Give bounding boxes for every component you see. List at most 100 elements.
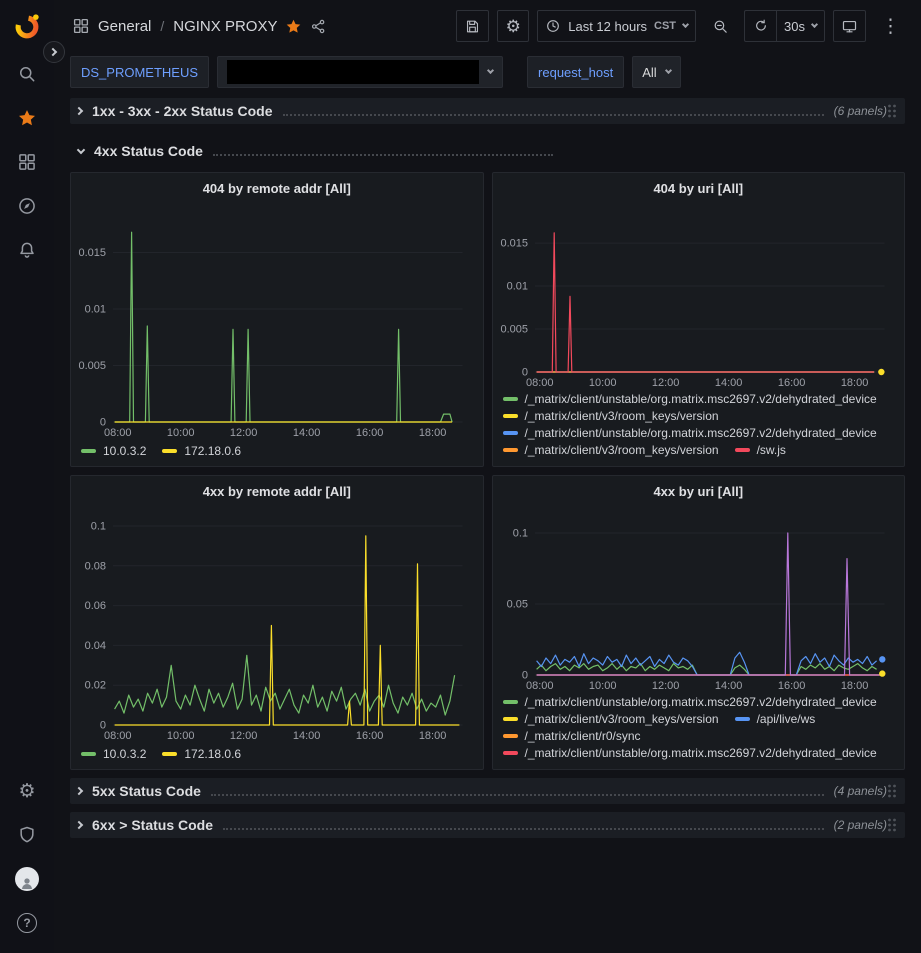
- y-axis-tick-label: 0.06: [85, 600, 106, 612]
- dashboard-settings-button[interactable]: ⚙: [497, 10, 529, 42]
- alerting-bell-icon[interactable]: [0, 228, 54, 272]
- series-color-marker: [162, 752, 177, 756]
- legend-item[interactable]: 172.18.0.6: [162, 747, 241, 761]
- panel-title[interactable]: 4xx by uri [All]: [493, 476, 905, 506]
- series-color-marker: [162, 449, 177, 453]
- sidebar: ⚙ ?: [0, 0, 54, 953]
- security-shield-icon[interactable]: [0, 813, 54, 857]
- legend-item[interactable]: /_matrix/client/unstable/org.matrix.msc2…: [503, 392, 877, 406]
- panel-title[interactable]: 404 by remote addr [All]: [71, 173, 483, 203]
- x-axis-tick-label: 12:00: [651, 680, 679, 692]
- row-header-1xx[interactable]: 1xx - 3xx - 2xx Status Code (6 panels): [70, 98, 905, 124]
- time-range-picker[interactable]: Last 12 hours CST: [537, 10, 696, 42]
- legend-item[interactable]: /_matrix/client/unstable/org.matrix.msc2…: [503, 695, 877, 709]
- chevron-right-icon: [75, 787, 83, 795]
- legend-item[interactable]: /api/live/ws: [735, 712, 816, 726]
- breadcrumb-section[interactable]: General: [98, 18, 151, 35]
- sidebar-bottom: ⚙ ?: [0, 769, 54, 953]
- x-axis-tick-label: 18:00: [419, 427, 447, 439]
- series-line: [115, 232, 453, 422]
- time-series-plot[interactable]: 00.050.108:0010:0012:0014:0016:0018:00: [493, 506, 905, 693]
- x-axis-tick-label: 14:00: [714, 377, 742, 389]
- legend-item[interactable]: 10.0.3.2: [81, 747, 146, 761]
- series-name: /sw.js: [757, 443, 786, 457]
- variable-value-dropdown-ds[interactable]: [217, 56, 503, 88]
- row-drag-handle[interactable]: [887, 783, 897, 799]
- y-axis-tick-label: 0.015: [500, 238, 528, 250]
- series-color-marker: [735, 717, 750, 721]
- row-header-5xx[interactable]: 5xx Status Code (4 panels): [70, 778, 905, 804]
- tv-mode-button[interactable]: [833, 10, 866, 42]
- sidebar-expand-button[interactable]: [43, 41, 65, 63]
- panel-legend: 10.0.3.2 172.18.0.6: [71, 440, 483, 466]
- apps-grid-icon[interactable]: [72, 17, 90, 35]
- x-axis-tick-label: 14:00: [293, 730, 321, 742]
- row-header-6xx[interactable]: 6xx > Status Code (2 panels): [70, 812, 905, 838]
- x-axis-tick-label: 18:00: [419, 730, 447, 742]
- legend-item[interactable]: /_matrix/client/unstable/org.matrix.msc2…: [503, 746, 877, 760]
- x-axis-tick-label: 08:00: [104, 730, 132, 742]
- row-header-4xx[interactable]: 4xx Status Code: [70, 138, 905, 164]
- y-axis-tick-label: 0.1: [512, 528, 527, 540]
- dotted-leader: [213, 154, 553, 156]
- y-axis-tick-label: 0.05: [506, 599, 527, 611]
- row-drag-handle[interactable]: [887, 817, 897, 833]
- variable-label-ds-prometheus[interactable]: DS_PROMETHEUS: [70, 56, 209, 88]
- grafana-logo[interactable]: [13, 0, 41, 52]
- explore-compass-icon[interactable]: [0, 184, 54, 228]
- row-panel-count: (6 panels): [834, 104, 887, 118]
- panel-legend: 10.0.3.2 172.18.0.6: [71, 743, 483, 769]
- panel-title[interactable]: 4xx by remote addr [All]: [71, 476, 483, 506]
- legend-item[interactable]: /sw.js: [735, 443, 786, 457]
- legend-item[interactable]: /_matrix/client/r0/sync: [503, 729, 641, 743]
- time-series-plot[interactable]: 00.0050.010.01508:0010:0012:0014:0016:00…: [71, 203, 483, 440]
- series-name: 10.0.3.2: [103, 747, 146, 761]
- legend-item[interactable]: /_matrix/client/v3/room_keys/version: [503, 443, 719, 457]
- chevron-down-icon: [77, 145, 85, 153]
- row-drag-handle[interactable]: [887, 103, 897, 119]
- variable-value-redacted: [227, 60, 479, 84]
- time-range-label: Last 12 hours: [568, 19, 647, 34]
- series-name: /_matrix/client/v3/room_keys/version: [525, 409, 719, 423]
- panel-title[interactable]: 404 by uri [All]: [493, 173, 905, 203]
- kebab-menu-icon[interactable]: ⋮: [874, 10, 907, 42]
- zoom-out-button[interactable]: [704, 10, 736, 42]
- x-axis-tick-label: 10:00: [588, 680, 616, 692]
- user-avatar[interactable]: [0, 857, 54, 901]
- row-title: 1xx - 3xx - 2xx Status Code: [92, 103, 273, 119]
- clock-icon: [545, 18, 561, 34]
- panel-404-by-uri: 404 by uri [All] 00.0050.010.01508:0010:…: [492, 172, 906, 467]
- variables-bar: DS_PROMETHEUS request_host All: [54, 52, 921, 96]
- refresh-button[interactable]: [744, 10, 776, 42]
- x-axis-tick-label: 16:00: [777, 680, 805, 692]
- favorite-star-icon[interactable]: [285, 18, 302, 35]
- breadcrumb-separator: /: [160, 18, 164, 34]
- legend-item[interactable]: /_matrix/client/v3/room_keys/version: [503, 409, 719, 423]
- legend-item[interactable]: 10.0.3.2: [81, 444, 146, 458]
- refresh-interval-dropdown[interactable]: 30s: [776, 10, 825, 42]
- save-dashboard-button[interactable]: [456, 10, 489, 42]
- time-series-plot[interactable]: 00.020.040.060.080.108:0010:0012:0014:00…: [71, 506, 483, 743]
- help-icon[interactable]: ?: [0, 901, 54, 945]
- legend-item[interactable]: /_matrix/client/v3/room_keys/version: [503, 712, 719, 726]
- chevron-right-icon: [75, 107, 83, 115]
- variable-label-request-host[interactable]: request_host: [527, 56, 624, 88]
- x-axis-tick-label: 08:00: [525, 680, 553, 692]
- series-name: /_matrix/client/r0/sync: [525, 729, 641, 743]
- main-area: General / NGINX PROXY ⚙ Last 12 hours CS…: [54, 0, 921, 953]
- starred-dashboards-icon[interactable]: [0, 96, 54, 140]
- series-color-marker: [503, 397, 518, 401]
- legend-item[interactable]: 172.18.0.6: [162, 444, 241, 458]
- share-icon[interactable]: [310, 18, 327, 35]
- series-name: /_matrix/client/unstable/org.matrix.msc2…: [525, 392, 877, 406]
- server-admin-gear-icon[interactable]: ⚙: [0, 769, 54, 813]
- time-series-plot[interactable]: 00.0050.010.01508:0010:0012:0014:0016:00…: [493, 203, 905, 390]
- legend-item[interactable]: /_matrix/client/unstable/org.matrix.msc2…: [503, 426, 877, 440]
- variable-value-dropdown-host[interactable]: All: [632, 56, 680, 88]
- breadcrumb: General / NGINX PROXY: [98, 18, 277, 35]
- series-color-marker: [503, 448, 518, 452]
- variable-value-label: All: [642, 65, 656, 80]
- dashboards-icon[interactable]: [0, 140, 54, 184]
- x-axis-tick-label: 18:00: [840, 377, 868, 389]
- row-panel-count: (4 panels): [834, 784, 887, 798]
